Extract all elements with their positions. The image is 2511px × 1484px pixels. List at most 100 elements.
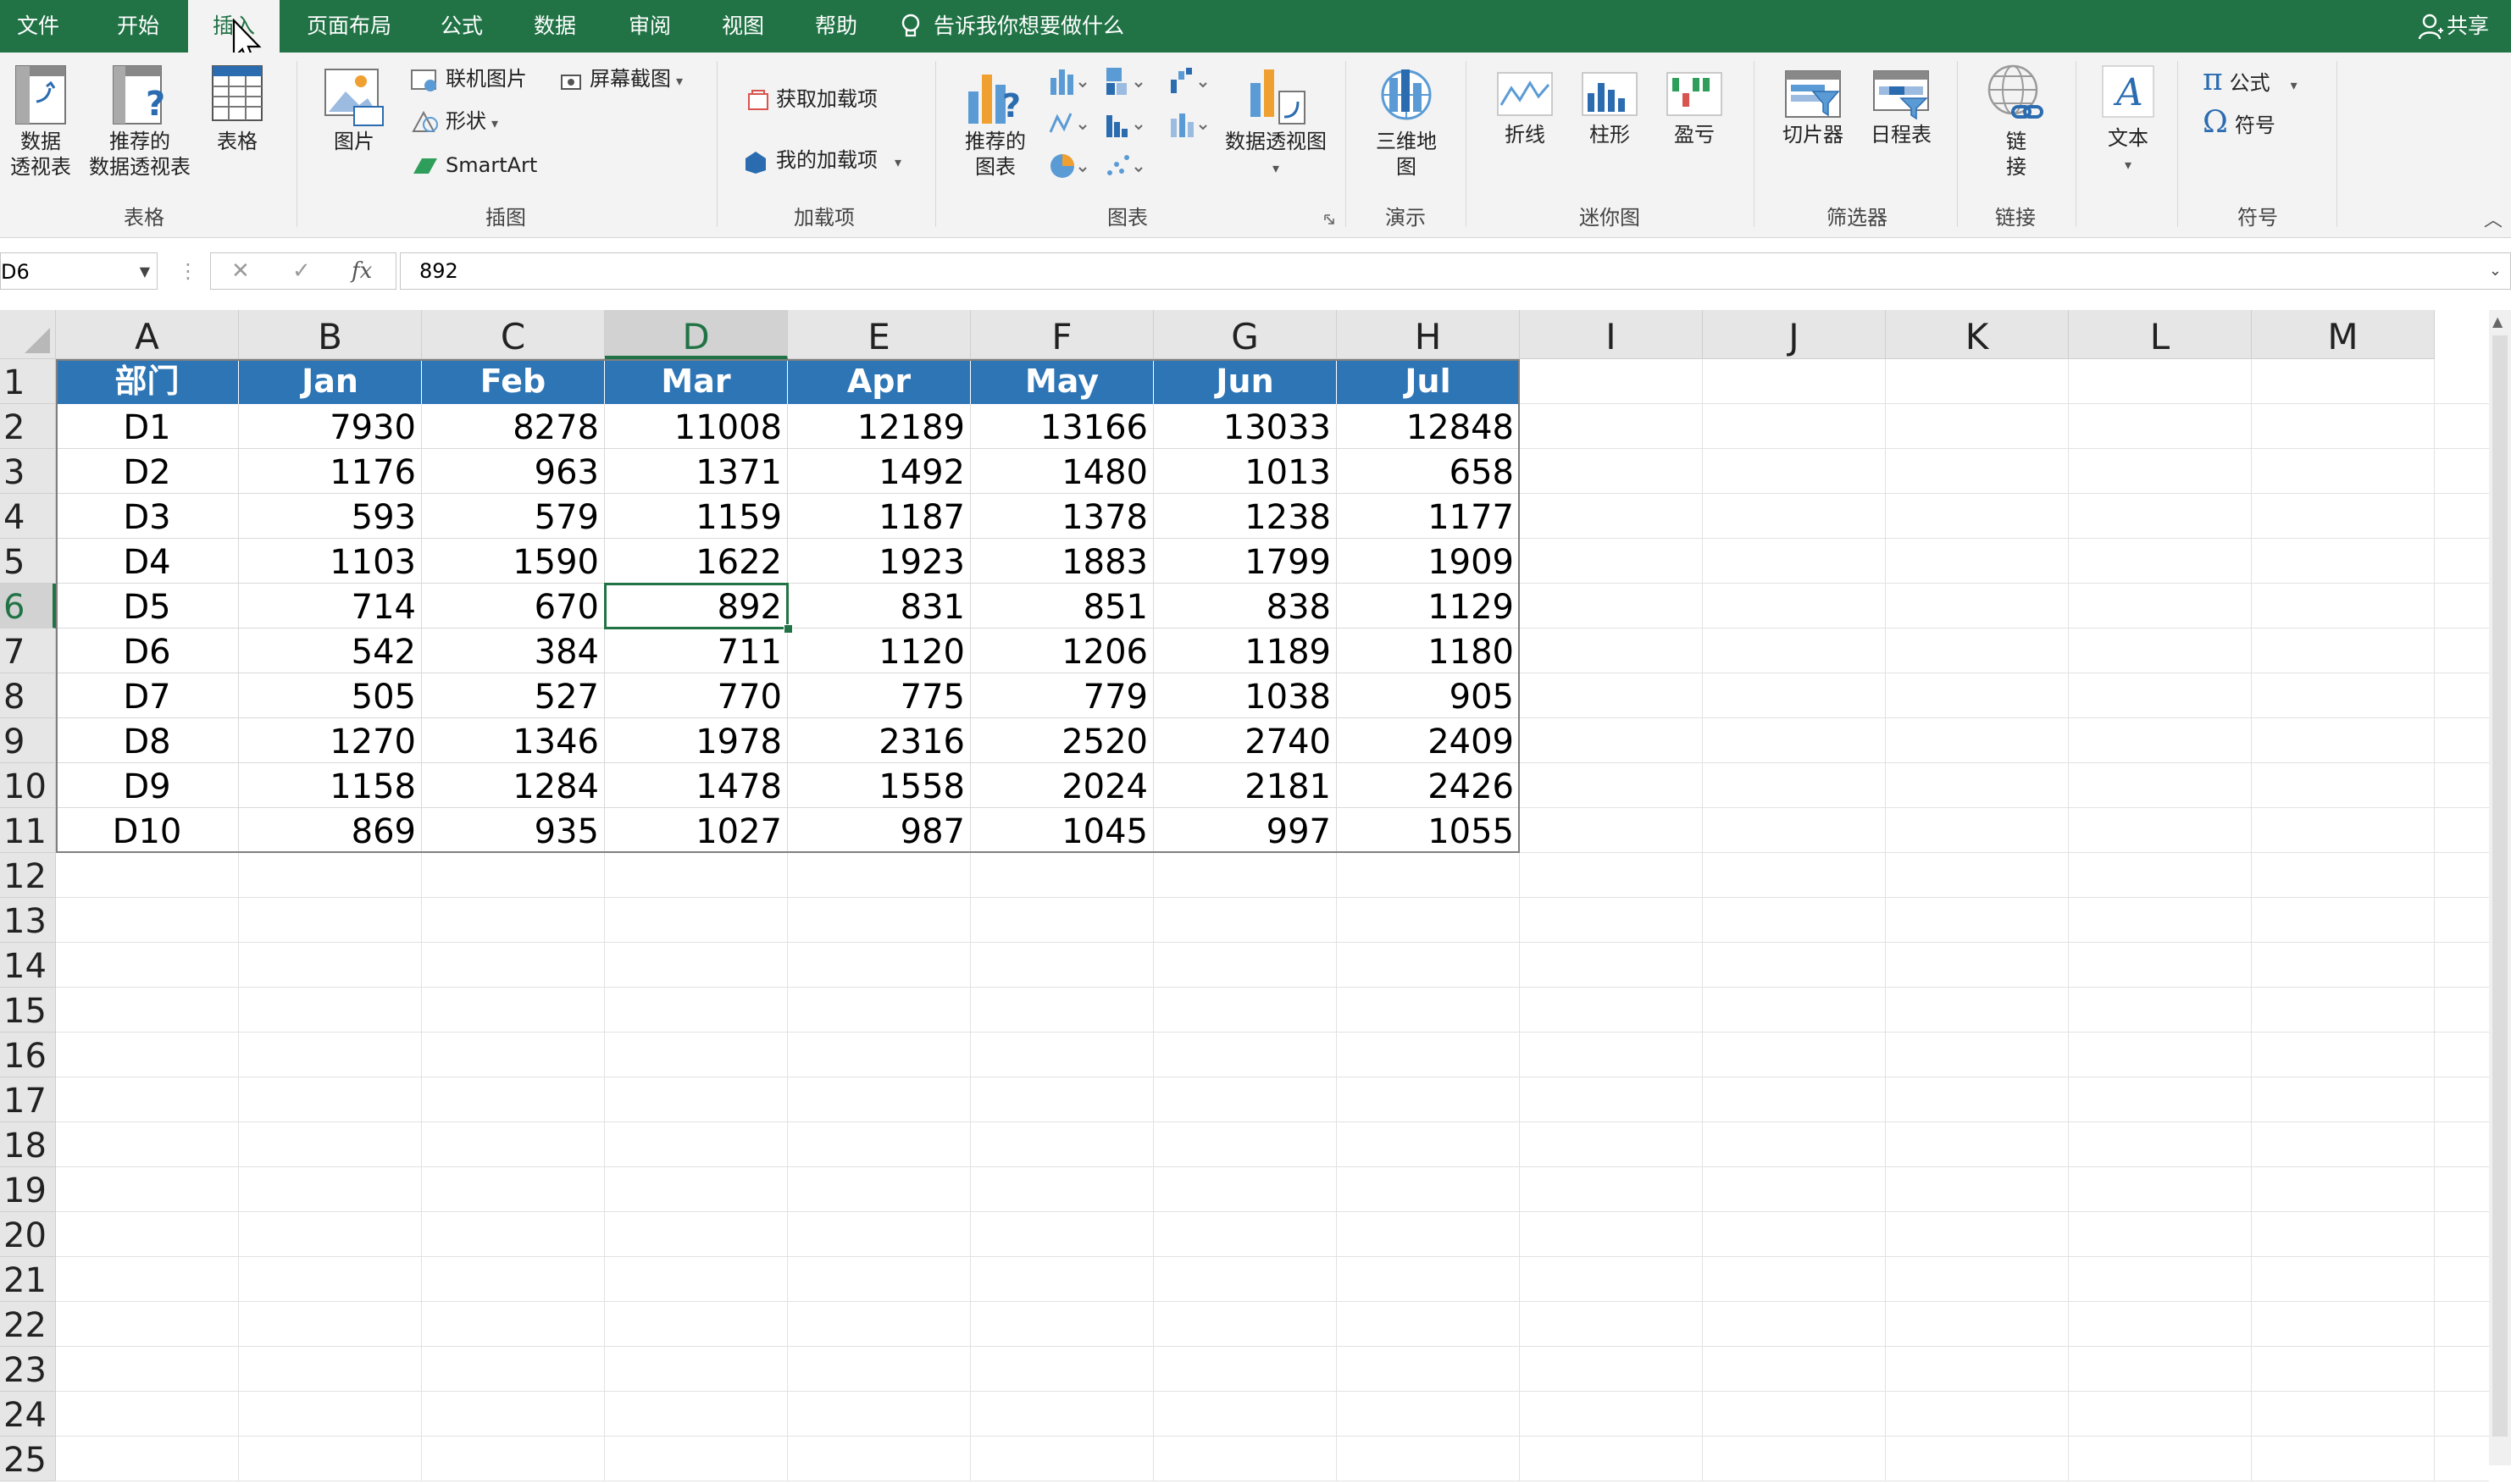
value-cell[interactable]: 963: [422, 449, 605, 494]
get-addins-button[interactable]: 获取加载项: [746, 85, 878, 114]
value-cell[interactable]: 770: [605, 673, 788, 718]
row-header-20[interactable]: 20: [0, 1212, 56, 1257]
department-cell[interactable]: D5: [56, 584, 239, 628]
column-header-b[interactable]: B: [239, 310, 422, 359]
my-addins-button[interactable]: 我的加载项 ▾: [742, 146, 901, 174]
value-cell[interactable]: 11008: [605, 404, 788, 449]
screenshot-button[interactable]: 屏幕截图 ▾: [559, 64, 683, 93]
row-header-1[interactable]: 1: [0, 359, 56, 404]
row-header-5[interactable]: 5: [0, 539, 56, 584]
row-header-19[interactable]: 19: [0, 1167, 56, 1212]
row-header-16[interactable]: 16: [0, 1033, 56, 1077]
value-cell[interactable]: 2409: [1337, 718, 1520, 763]
name-box[interactable]: D6 ▼: [0, 252, 158, 290]
collapse-ribbon-icon[interactable]: ︿: [2484, 205, 2503, 232]
column-header-c[interactable]: C: [422, 310, 605, 359]
cancel-icon[interactable]: ✕: [231, 253, 250, 289]
value-cell[interactable]: 1978: [605, 718, 788, 763]
table-header-cell[interactable]: 部门: [56, 359, 239, 404]
3d-map-button[interactable]: 三维地 图: [1364, 61, 1449, 180]
value-cell[interactable]: 7930: [239, 404, 422, 449]
row-header-11[interactable]: 11: [0, 808, 56, 853]
value-cell[interactable]: 2181: [1154, 763, 1337, 808]
value-cell[interactable]: 1909: [1337, 539, 1520, 584]
sparkline-column-button[interactable]: 柱形: [1571, 68, 1649, 147]
table-header-cell[interactable]: Mar: [605, 359, 788, 404]
pivot-chart-button[interactable]: 数据透视图 ▾: [1217, 61, 1335, 178]
value-cell[interactable]: 1189: [1154, 628, 1337, 673]
row-header-17[interactable]: 17: [0, 1077, 56, 1122]
value-cell[interactable]: 1038: [1154, 673, 1337, 718]
active-cell-selection[interactable]: [604, 583, 789, 629]
column-header-m[interactable]: M: [2252, 310, 2435, 359]
table-header-cell[interactable]: Apr: [788, 359, 971, 404]
chart-dialog-launcher-icon[interactable]: [1323, 213, 1335, 225]
formula-input[interactable]: 892 ⌄: [400, 252, 2511, 290]
value-cell[interactable]: 935: [422, 808, 605, 853]
value-cell[interactable]: 987: [788, 808, 971, 853]
value-cell[interactable]: 13033: [1154, 404, 1337, 449]
row-header-3[interactable]: 3: [0, 449, 56, 494]
column-header-e[interactable]: E: [788, 310, 971, 359]
tab-data[interactable]: 数据: [534, 0, 576, 53]
value-cell[interactable]: 1055: [1337, 808, 1520, 853]
value-cell[interactable]: 1883: [971, 539, 1154, 584]
timeline-button[interactable]: 日程表: [1860, 68, 1942, 147]
value-cell[interactable]: 13166: [971, 404, 1154, 449]
select-all-button[interactable]: [0, 310, 56, 359]
value-cell[interactable]: 1799: [1154, 539, 1337, 584]
value-cell[interactable]: 2740: [1154, 718, 1337, 763]
value-cell[interactable]: 1177: [1337, 494, 1520, 539]
value-cell[interactable]: 1180: [1337, 628, 1520, 673]
row-header-7[interactable]: 7: [0, 628, 56, 673]
value-cell[interactable]: 1558: [788, 763, 971, 808]
expand-formula-bar-icon[interactable]: ⌄: [2489, 253, 2502, 289]
department-cell[interactable]: D10: [56, 808, 239, 853]
value-cell[interactable]: 1371: [605, 449, 788, 494]
row-header-8[interactable]: 8: [0, 673, 56, 718]
column-header-d[interactable]: D: [605, 310, 788, 359]
tab-page-layout[interactable]: 页面布局: [307, 0, 391, 53]
table-button[interactable]: 表格: [203, 61, 271, 154]
column-header-f[interactable]: F: [971, 310, 1154, 359]
column-header-g[interactable]: G: [1154, 310, 1337, 359]
row-header-14[interactable]: 14: [0, 943, 56, 988]
value-cell[interactable]: 779: [971, 673, 1154, 718]
value-cell[interactable]: 1492: [788, 449, 971, 494]
recommended-charts-button[interactable]: ? 推荐的 图表: [951, 61, 1040, 180]
pie-chart-icon[interactable]: [1047, 149, 1089, 183]
row-header-25[interactable]: 25: [0, 1437, 56, 1481]
value-cell[interactable]: 542: [239, 628, 422, 673]
value-cell[interactable]: 12189: [788, 404, 971, 449]
scatter-chart-icon[interactable]: [1103, 149, 1145, 183]
combo-chart-icon[interactable]: [1167, 107, 1210, 141]
text-button[interactable]: A 文本 ▾: [2089, 61, 2167, 174]
enter-icon[interactable]: ✓: [292, 253, 311, 289]
value-cell[interactable]: 1478: [605, 763, 788, 808]
column-header-j[interactable]: J: [1703, 310, 1886, 359]
value-cell[interactable]: 1206: [971, 628, 1154, 673]
share-button[interactable]: 共享: [2447, 0, 2489, 53]
value-cell[interactable]: 1013: [1154, 449, 1337, 494]
value-cell[interactable]: 2426: [1337, 763, 1520, 808]
value-cell[interactable]: 1346: [422, 718, 605, 763]
row-header-15[interactable]: 15: [0, 988, 56, 1033]
shapes-button[interactable]: 形状 ▾: [410, 107, 498, 136]
value-cell[interactable]: 1480: [971, 449, 1154, 494]
value-cell[interactable]: 1923: [788, 539, 971, 584]
value-cell[interactable]: 593: [239, 494, 422, 539]
row-header-12[interactable]: 12: [0, 853, 56, 898]
value-cell[interactable]: 775: [788, 673, 971, 718]
value-cell[interactable]: 711: [605, 628, 788, 673]
value-cell[interactable]: 1622: [605, 539, 788, 584]
spreadsheet-grid[interactable]: ▲ A B C D E F G H I J K L M 1 2 3 4 5 6 7 8 9 10 11 12 13 14 15 16 17…: [0, 310, 2511, 1481]
sparkline-winloss-button[interactable]: 盈亏: [1655, 68, 1733, 147]
table-header-cell[interactable]: Jan: [239, 359, 422, 404]
column-header-i[interactable]: I: [1520, 310, 1703, 359]
row-header-23[interactable]: 23: [0, 1347, 56, 1392]
tab-help[interactable]: 帮助: [815, 0, 857, 53]
tab-home[interactable]: 开始: [117, 0, 159, 53]
table-header-cell[interactable]: Feb: [422, 359, 605, 404]
value-cell[interactable]: 1284: [422, 763, 605, 808]
row-header-4[interactable]: 4: [0, 494, 56, 539]
